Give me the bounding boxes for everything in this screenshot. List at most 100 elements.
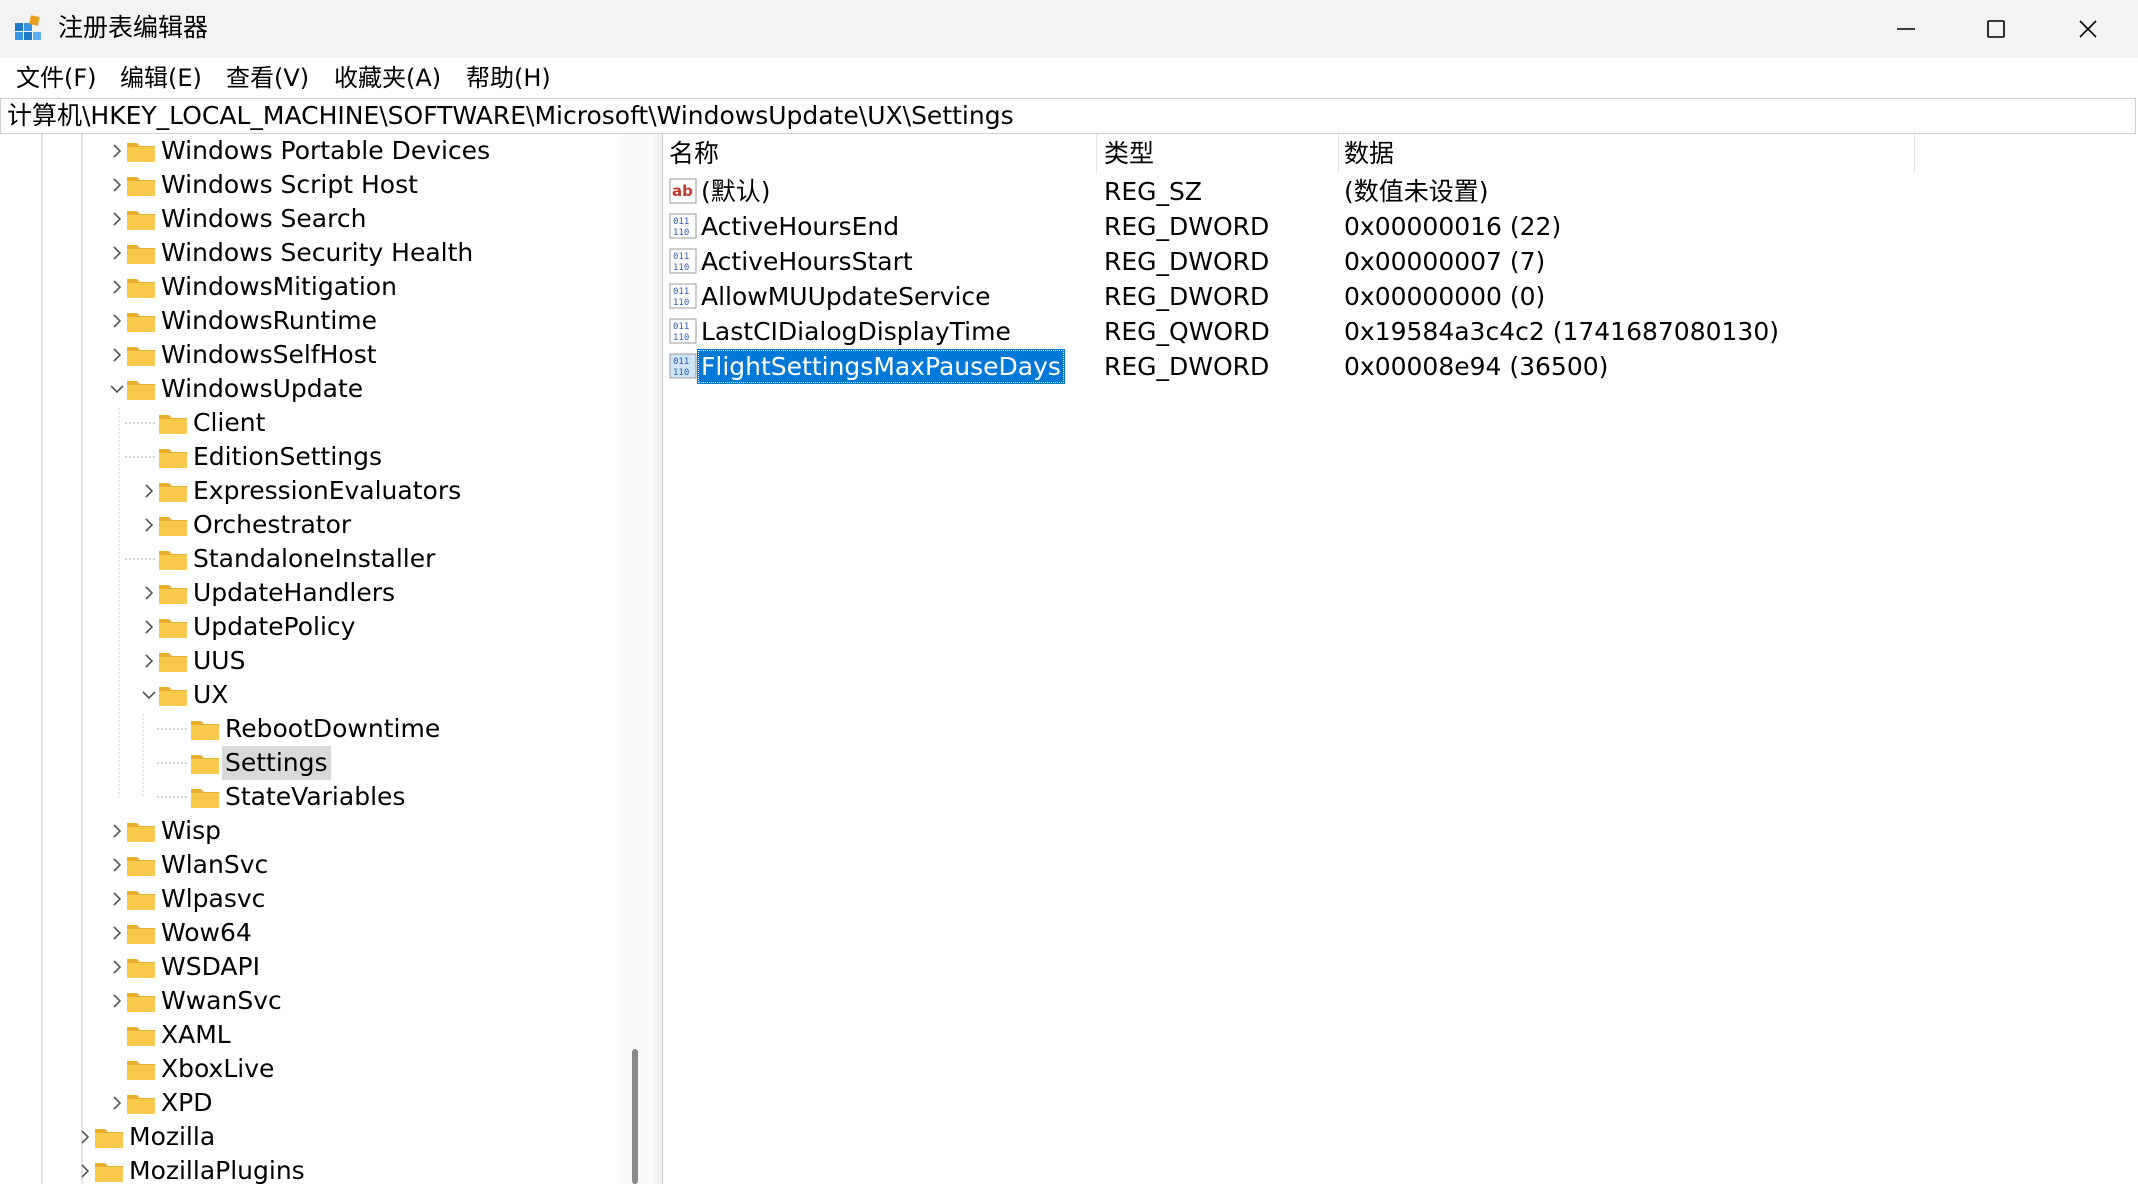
- address-bar[interactable]: 计算机\HKEY_LOCAL_MACHINE\SOFTWARE\Microsof…: [0, 98, 2136, 134]
- tree-item-label[interactable]: ExpressionEvaluators: [190, 474, 464, 508]
- chevron-right-icon[interactable]: [140, 584, 158, 602]
- tree-item[interactable]: StandaloneInstaller: [2, 542, 620, 576]
- tree-item[interactable]: WwanSvc: [2, 984, 620, 1018]
- tree-item-label[interactable]: EditionSettings: [190, 440, 385, 474]
- tree-item[interactable]: UX: [2, 678, 620, 712]
- tree-item-label[interactable]: WindowsMitigation: [158, 270, 400, 304]
- value-name[interactable]: AllowMUUpdateService: [701, 279, 991, 314]
- tree-item-label[interactable]: WindowsRuntime: [158, 304, 380, 338]
- chevron-right-icon[interactable]: [108, 176, 126, 194]
- tree-item-label[interactable]: UX: [190, 678, 231, 712]
- tree-item-label[interactable]: WindowsUpdate: [158, 372, 366, 406]
- tree-item-label[interactable]: Wow64: [158, 916, 255, 950]
- chevron-right-icon[interactable]: [108, 210, 126, 228]
- value-row[interactable]: 011 110 ActiveHoursEnd REG_DWORD 0x00000016 …: [663, 209, 2137, 244]
- value-name[interactable]: (默认): [701, 174, 771, 209]
- minimize-button[interactable]: [1860, 0, 1952, 58]
- chevron-right-icon[interactable]: [76, 1128, 94, 1146]
- value-row[interactable]: 011 110 LastCIDialogDisplayTime REG_QWORD 0x…: [663, 314, 2137, 349]
- column-divider[interactable]: [1914, 134, 1915, 174]
- tree-item[interactable]: Wlpasvc: [2, 882, 620, 916]
- value-name[interactable]: ActiveHoursStart: [701, 244, 913, 279]
- tree-item[interactable]: Settings: [2, 746, 620, 780]
- column-header-name[interactable]: 名称: [669, 134, 719, 174]
- chevron-right-icon[interactable]: [108, 346, 126, 364]
- tree-item[interactable]: WindowsSelfHost: [2, 338, 620, 372]
- chevron-right-icon[interactable]: [108, 992, 126, 1010]
- tree-item-label[interactable]: StandaloneInstaller: [190, 542, 438, 576]
- tree-item-label[interactable]: Wlpasvc: [158, 882, 268, 916]
- tree-item-label[interactable]: UUS: [190, 644, 248, 678]
- tree-item[interactable]: WSDAPI: [2, 950, 620, 984]
- column-divider[interactable]: [1338, 134, 1339, 174]
- tree-item[interactable]: XAML: [2, 1018, 620, 1052]
- tree-item-label[interactable]: Wisp: [158, 814, 224, 848]
- value-row[interactable]: ab (默认) REG_SZ (数值未设置): [663, 174, 2137, 209]
- column-divider[interactable]: [1096, 134, 1097, 174]
- value-name[interactable]: LastCIDialogDisplayTime: [701, 314, 1011, 349]
- tree-item[interactable]: Mozilla: [2, 1120, 620, 1154]
- column-header-type[interactable]: 类型: [1104, 134, 1154, 174]
- tree-item-label[interactable]: XPD: [158, 1086, 215, 1120]
- chevron-right-icon[interactable]: [108, 856, 126, 874]
- title-bar[interactable]: 注册表编辑器: [0, 0, 2138, 58]
- tree-scrollbar[interactable]: [620, 134, 654, 1184]
- column-header-data[interactable]: 数据: [1344, 134, 1394, 174]
- tree-item-label[interactable]: Windows Script Host: [158, 168, 421, 202]
- tree-item-label[interactable]: RebootDowntime: [222, 712, 443, 746]
- tree-item[interactable]: Windows Search: [2, 202, 620, 236]
- pane-splitter[interactable]: [654, 134, 663, 1184]
- tree-item[interactable]: WindowsUpdate: [2, 372, 620, 406]
- menu-file[interactable]: 文件(F): [16, 62, 97, 94]
- value-name[interactable]: FlightSettingsMaxPauseDays: [697, 349, 1065, 384]
- tree-item[interactable]: Windows Portable Devices: [2, 134, 620, 168]
- tree-item-label[interactable]: WindowsSelfHost: [158, 338, 380, 372]
- tree-item[interactable]: UUS: [2, 644, 620, 678]
- chevron-right-icon[interactable]: [140, 516, 158, 534]
- tree-item[interactable]: Wow64: [2, 916, 620, 950]
- menu-view[interactable]: 查看(V): [226, 62, 309, 94]
- tree-item-label[interactable]: WSDAPI: [158, 950, 263, 984]
- tree-item[interactable]: MozillaPlugins: [2, 1154, 620, 1184]
- tree-item-label[interactable]: Settings: [222, 746, 331, 780]
- tree-scrollbar-thumb[interactable]: [632, 1049, 638, 1184]
- tree-item-label[interactable]: WwanSvc: [158, 984, 285, 1018]
- tree-item[interactable]: ExpressionEvaluators: [2, 474, 620, 508]
- menu-help[interactable]: 帮助(H): [466, 62, 551, 94]
- chevron-right-icon[interactable]: [140, 618, 158, 636]
- tree-item-label[interactable]: XboxLive: [158, 1052, 277, 1086]
- chevron-right-icon[interactable]: [108, 312, 126, 330]
- tree-item[interactable]: XboxLive: [2, 1052, 620, 1086]
- tree-item[interactable]: StateVariables: [2, 780, 620, 814]
- tree-item-label[interactable]: Client: [190, 406, 268, 440]
- chevron-down-icon[interactable]: [108, 380, 126, 398]
- chevron-right-icon[interactable]: [108, 142, 126, 160]
- tree-item[interactable]: Windows Script Host: [2, 168, 620, 202]
- close-button[interactable]: [2042, 0, 2134, 58]
- address-path[interactable]: 计算机\HKEY_LOCAL_MACHINE\SOFTWARE\Microsof…: [7, 100, 1014, 132]
- tree-item[interactable]: UpdateHandlers: [2, 576, 620, 610]
- tree-item[interactable]: Windows Security Health: [2, 236, 620, 270]
- tree-item-label[interactable]: Orchestrator: [190, 508, 354, 542]
- tree-item-label[interactable]: XAML: [158, 1018, 234, 1052]
- tree-item[interactable]: RebootDowntime: [2, 712, 620, 746]
- chevron-right-icon[interactable]: [108, 890, 126, 908]
- tree-item[interactable]: UpdatePolicy: [2, 610, 620, 644]
- tree-item-label[interactable]: UpdateHandlers: [190, 576, 398, 610]
- value-row[interactable]: 011 110 AllowMUUpdateService REG_DWORD 0x000…: [663, 279, 2137, 314]
- value-name[interactable]: ActiveHoursEnd: [701, 209, 899, 244]
- tree-item-label[interactable]: Windows Portable Devices: [158, 134, 493, 168]
- tree-item[interactable]: WindowsMitigation: [2, 270, 620, 304]
- chevron-right-icon[interactable]: [108, 244, 126, 262]
- chevron-right-icon[interactable]: [140, 652, 158, 670]
- value-row[interactable]: 011 110 FlightSettingsMaxPauseDays REG_DWOR…: [663, 349, 2137, 384]
- chevron-right-icon[interactable]: [108, 958, 126, 976]
- tree-item-label[interactable]: UpdatePolicy: [190, 610, 358, 644]
- tree-item[interactable]: Client: [2, 406, 620, 440]
- chevron-right-icon[interactable]: [108, 822, 126, 840]
- chevron-right-icon[interactable]: [76, 1162, 94, 1180]
- chevron-right-icon[interactable]: [108, 924, 126, 942]
- chevron-down-icon[interactable]: [140, 686, 158, 704]
- tree-item[interactable]: EditionSettings: [2, 440, 620, 474]
- tree-item-label[interactable]: WlanSvc: [158, 848, 271, 882]
